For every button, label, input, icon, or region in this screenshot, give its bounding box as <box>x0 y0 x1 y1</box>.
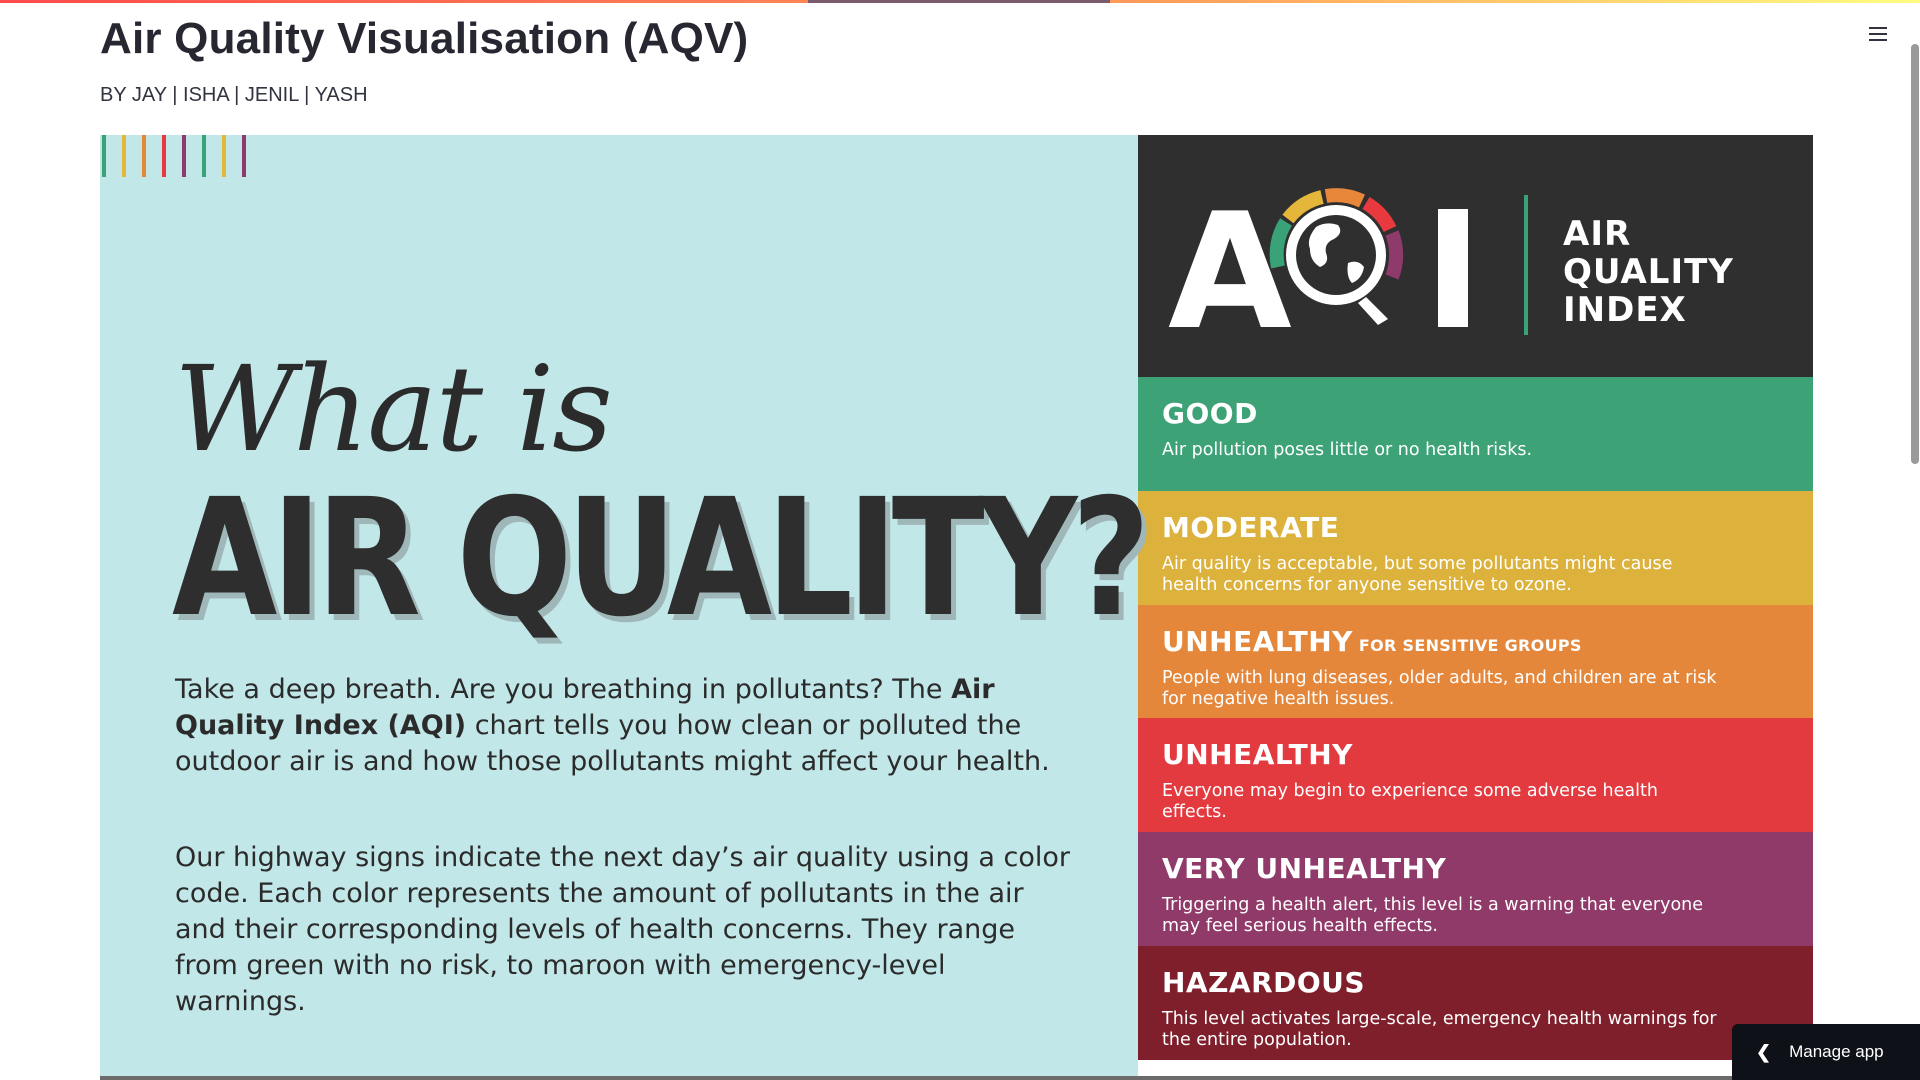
aqi-level-description: This level activates large-scale, emerge… <box>1162 1008 1717 1050</box>
aqi-level-row: MODERATE Air quality is acceptable, but s… <box>1138 490 1813 605</box>
aqi-header: A AIR QUALITY INDEX <box>1138 135 1813 377</box>
aqi-level-name: UNHEALTHY <box>1162 738 1353 772</box>
color-stripe <box>162 135 166 177</box>
color-stripe <box>182 135 186 177</box>
aqi-logo: A <box>1168 187 1468 337</box>
infographic-right-panel: A AIR QUALITY INDEX GOOD Air pollution p… <box>1138 135 1813 1080</box>
aqi-level-suffix: FOR SENSITIVE GROUPS <box>1358 635 1582 655</box>
page-title: Air Quality Visualisation (AQV) <box>100 14 749 63</box>
aqi-level-name: UNHEALTHY FOR SENSITIVE GROUPS <box>1162 624 1582 658</box>
aqi-levels-list: GOOD Air pollution poses little or no hea… <box>1138 377 1813 1060</box>
highway-signs-paragraph: Our highway signs indicate the next day’… <box>175 842 1070 1017</box>
aqi-label: AIR QUALITY INDEX <box>1563 214 1734 330</box>
aqi-level-name: MODERATE <box>1162 510 1340 544</box>
scrollbar-thumb[interactable] <box>1911 44 1919 464</box>
aqi-level-row: GOOD Air pollution poses little or no hea… <box>1138 377 1813 491</box>
infographic-left-panel: What is AIR QUALITY? Take a deep breath.… <box>100 135 1150 1080</box>
color-stripe <box>122 135 126 177</box>
main-menu-button[interactable] <box>1866 22 1890 46</box>
aqi-level-name: VERY UNHEALTHY <box>1162 852 1447 886</box>
aqi-level-description: People with lung diseases, older adults,… <box>1162 667 1717 709</box>
aqi-level-row: VERY UNHEALTHY Triggering a health alert,… <box>1138 832 1813 946</box>
aqi-infographic-image: What is AIR QUALITY? Take a deep breath.… <box>100 135 1813 1080</box>
intro-paragraph: Take a deep breath. Are you breathing in… <box>175 674 1050 777</box>
color-stripe <box>222 135 226 177</box>
scrollbar[interactable] <box>1908 0 1920 1080</box>
image-bottom-border <box>100 1076 1813 1080</box>
top-loading-indicator <box>808 0 1110 3</box>
aqi-level-row: UNHEALTHY FOR SENSITIVE GROUPS People with… <box>1138 604 1813 719</box>
aqi-level-description: Everyone may begin to experience some ad… <box>1162 781 1658 823</box>
manage-app-label: Manage app <box>1789 1042 1884 1061</box>
aqi-level-name: HAZARDOUS <box>1162 965 1366 999</box>
color-stripe <box>142 135 146 177</box>
aqi-level-name: GOOD <box>1162 397 1258 430</box>
chevron-left-icon: ❮ <box>1756 1041 1772 1062</box>
color-stripe <box>102 135 106 177</box>
aqi-level-description: Triggering a health alert, this level is… <box>1162 895 1704 937</box>
aqi-level-row: UNHEALTHY Everyone may begin to experienc… <box>1138 718 1813 833</box>
globe-gauge-icon <box>1269 188 1404 325</box>
aqi-level-description: Air pollution poses little or no health … <box>1162 440 1533 460</box>
authors-line: BY JAY | ISHA | JENIL | YASH <box>100 84 368 106</box>
page-header: Air Quality Visualisation (AQV) BY JAY |… <box>100 14 748 107</box>
air-quality-headline: AIR QUALITY? <box>172 465 1150 653</box>
color-stripes <box>102 135 246 177</box>
hamburger-icon <box>1869 27 1887 41</box>
what-is-heading: What is <box>174 340 613 478</box>
aqi-level-description: Air quality is acceptable, but some poll… <box>1162 553 1673 595</box>
color-stripe <box>242 135 246 177</box>
color-stripe <box>202 135 206 177</box>
aqi-level-row: HAZARDOUS This level activates large-scal… <box>1138 945 1813 1060</box>
aqi-header-divider <box>1524 195 1528 335</box>
manage-app-button[interactable]: ❮ Manage app <box>1732 1024 1920 1080</box>
